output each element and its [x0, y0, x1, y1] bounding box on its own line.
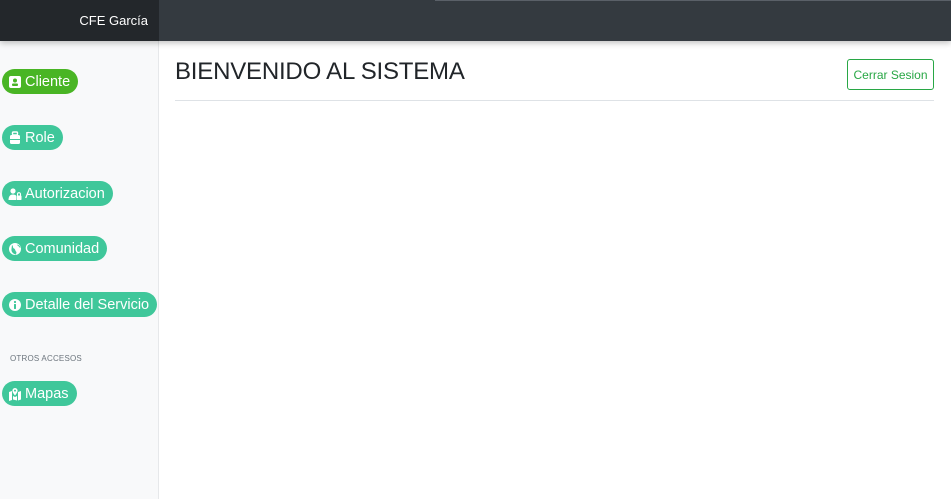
sidebar-item-mapas[interactable]: Mapas — [2, 381, 77, 406]
sidebar-item-label: Autorizacion — [25, 185, 105, 202]
sidebar-item-detalle-servicio[interactable]: Detalle del Servicio — [2, 292, 158, 317]
globe-icon — [8, 242, 22, 256]
user-lock-icon — [8, 187, 22, 201]
info-circle-icon — [8, 298, 22, 312]
sidebar-item-cliente[interactable]: Cliente — [2, 69, 79, 94]
sidebar-item-comunidad[interactable]: Comunidad — [2, 236, 108, 261]
top-navbar: CFE García — [0, 0, 951, 41]
logout-button[interactable]: Cerrar Sesion — [847, 59, 934, 90]
sidebar-item-label: Mapas — [25, 385, 69, 402]
sidebar-item-autorizacion[interactable]: Autorizacion — [2, 181, 113, 206]
sidebar-item-label: Comunidad — [25, 240, 100, 257]
topbar-accent-line — [435, 0, 951, 1]
id-card-icon — [8, 75, 22, 89]
sidebar-item-label: Detalle del Servicio — [25, 296, 150, 313]
brand-name[interactable]: CFE García — [0, 0, 159, 41]
page-title: BIENVENIDO AL SISTEMA — [175, 58, 465, 85]
briefcase-icon — [8, 130, 22, 145]
sidebar-item-role[interactable]: Role — [2, 125, 63, 150]
sidebar-item-label: Cliente — [25, 73, 71, 90]
sidebar-item-label: Role — [25, 129, 55, 146]
section-label-otros-accesos: OTROS ACCESOS — [10, 354, 82, 363]
map-marked-icon — [8, 387, 22, 401]
sidebar: Cliente Role Autorizacion Comunidad Deta… — [0, 41, 159, 499]
header-divider — [175, 100, 934, 101]
